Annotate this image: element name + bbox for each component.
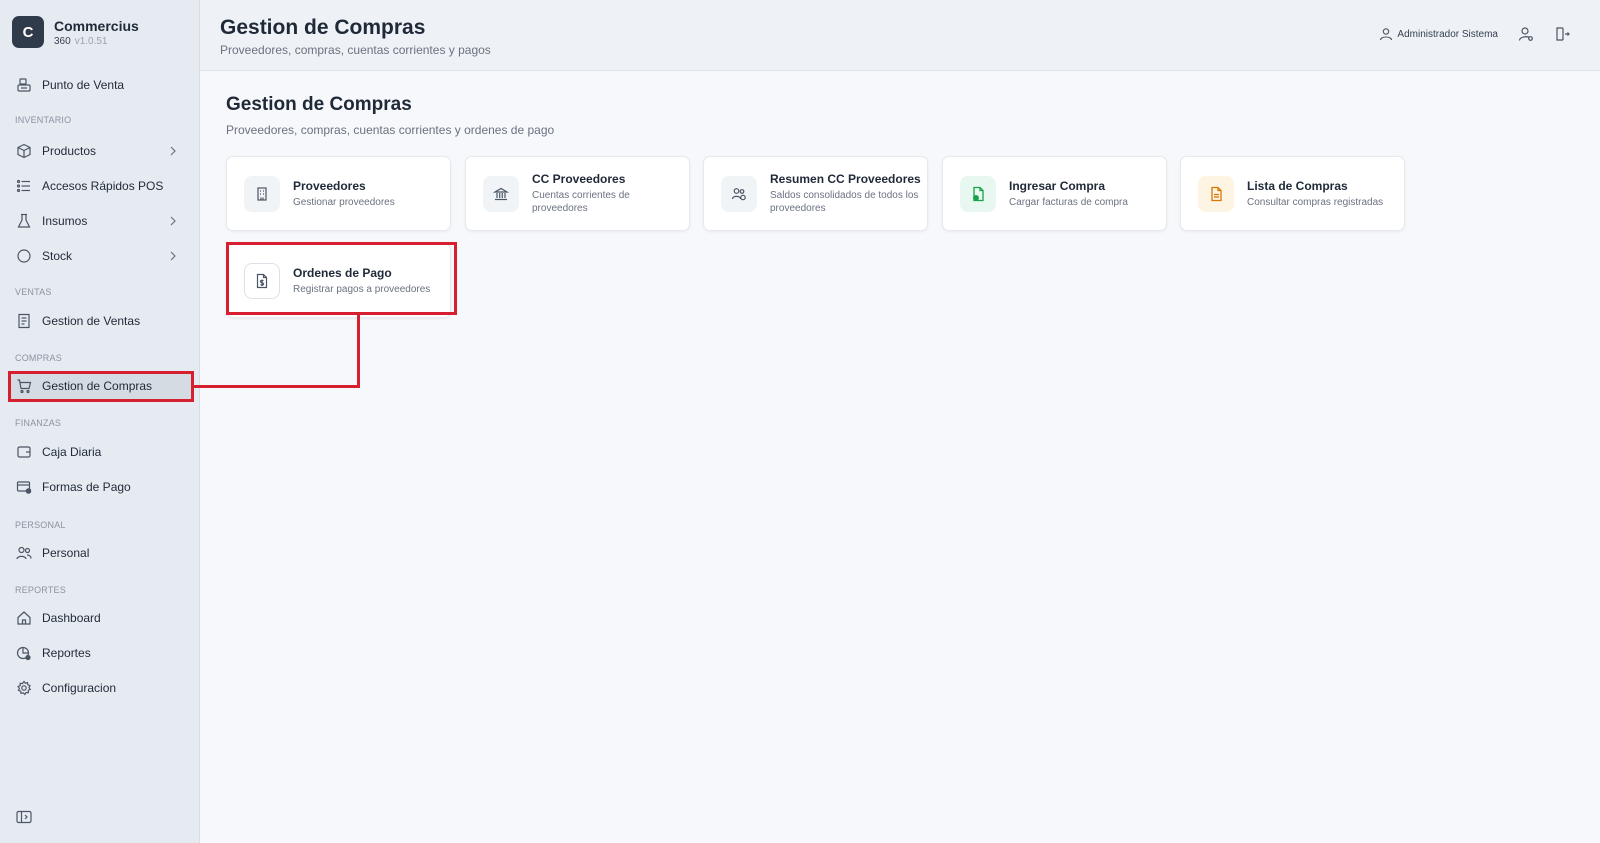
card-proveedores[interactable]: Proveedores Gestionar proveedores [226, 156, 451, 231]
sidebar-item-formas-de-pago[interactable]: Formas de Pago [8, 472, 192, 502]
sidebar-item-label: Gestion de Compras [42, 379, 153, 393]
card-payment-icon [16, 479, 32, 495]
sidebar-item-gestion-de-compras[interactable]: Gestion de Compras [8, 371, 192, 401]
sidebar-item-label: Caja Diaria [42, 445, 102, 459]
card-description: Cuentas corrientes de proveedores [532, 190, 630, 214]
sidebar-item-accesos-rapidos-pos[interactable]: Accesos Rápidos POS [8, 171, 192, 201]
section-label-reportes: REPORTES [15, 585, 66, 595]
section-label-ventas: VENTAS [15, 287, 52, 297]
user-settings-icon[interactable] [1518, 26, 1534, 42]
sidebar-item-label: Accesos Rápidos POS [42, 179, 164, 193]
bank-icon [483, 175, 519, 212]
report-icon [16, 645, 32, 661]
building-icon [244, 175, 280, 212]
sidebar-item-label: Insumos [42, 214, 88, 228]
sidebar-item-reportes[interactable]: Reportes [8, 638, 192, 668]
sidebar-item-caja-diaria[interactable]: Caja Diaria [8, 437, 192, 467]
brand-logo: C [12, 16, 44, 48]
sidebar-item-productos[interactable]: Productos [8, 136, 192, 166]
home-icon [16, 610, 32, 626]
users-icon [16, 545, 32, 561]
sidebar-item-personal[interactable]: Personal [8, 538, 192, 568]
pos-register-icon [16, 77, 32, 93]
brand-version: v1.0.51 [74, 35, 108, 47]
connector-horizontal [194, 385, 360, 388]
sidebar-item-insumos[interactable]: Insumos [8, 206, 192, 236]
wallet-icon [16, 444, 32, 460]
chevron-right-icon [170, 146, 176, 156]
card-title: Ordenes de Pago [293, 265, 392, 280]
sidebar-item-label: Personal [42, 546, 90, 560]
user-name: Administrador Sistema [1397, 28, 1498, 40]
sidebar-item-label: Dashboard [42, 611, 101, 625]
file-list-icon [1198, 175, 1234, 212]
section-label-inventario: INVENTARIO [15, 115, 72, 125]
sidebar-item-label: Gestion de Ventas [42, 314, 141, 328]
top-header: Gestion de Compras Proveedores, compras,… [200, 0, 1600, 71]
sidebar-item-stock[interactable]: Stock [8, 241, 192, 271]
sidebar-item-configuracion[interactable]: Configuracion [8, 673, 192, 703]
sidebar-item-gestion-de-ventas[interactable]: Gestion de Ventas [8, 306, 192, 336]
card-description: Gestionar proveedores [293, 196, 395, 208]
header-subtitle: Proveedores, compras, cuentas corrientes… [220, 43, 491, 57]
section-label-personal: PERSONAL [15, 520, 66, 530]
card-description: Saldos consolidados de todos los proveed… [770, 190, 919, 214]
sidebar-item-label: Productos [42, 144, 97, 158]
card-description: Cargar facturas de compra [1009, 196, 1128, 208]
header-title: Gestion de Compras [220, 16, 426, 39]
card-title: Resumen CC Proveedores [770, 172, 921, 186]
user-icon [1380, 28, 1393, 41]
card-title: Ingresar Compra [1009, 178, 1106, 193]
sidebar-item-label: Punto de Venta [42, 78, 125, 92]
sidebar-item-punto-de-venta[interactable]: Punto de Venta [8, 70, 192, 100]
sidebar-item-label: Stock [42, 249, 73, 263]
page-subtitle: Proveedores, compras, cuentas corrientes… [226, 123, 555, 137]
card-title: Lista de Compras [1247, 178, 1348, 193]
gear-icon [16, 680, 32, 696]
section-label-compras: COMPRAS [15, 353, 62, 363]
logout-icon[interactable] [1554, 26, 1570, 42]
card-lista-de-compras[interactable]: Lista de Compras Consultar compras regis… [1180, 156, 1405, 231]
sidebar-collapse-icon[interactable] [16, 810, 32, 824]
sidebar-item-label: Formas de Pago [42, 480, 131, 494]
brand-edition: 360 [54, 35, 71, 47]
list-icon [16, 178, 32, 194]
sidebar: C Commercius 360 v1.0.51 Punto de Venta I… [0, 0, 200, 843]
sidebar-item-label: Reportes [42, 646, 91, 660]
page-title: Gestion de Compras [226, 94, 412, 115]
card-ingresar-compra[interactable]: Ingresar Compra Cargar facturas de compr… [942, 156, 1167, 231]
user-menu[interactable]: Administrador Sistema [1379, 27, 1498, 41]
chevron-right-icon [170, 216, 176, 226]
card-title: Proveedores [293, 178, 366, 193]
brand-version-line: 360 v1.0.51 [54, 36, 139, 47]
users-summary-icon [721, 175, 757, 212]
payment-order-icon [244, 262, 280, 299]
sidebar-item-dashboard[interactable]: Dashboard [8, 603, 192, 633]
flask-icon [16, 213, 32, 229]
card-description: Consultar compras registradas [1247, 196, 1384, 208]
cart-icon [16, 378, 32, 394]
card-resumen-cc-proveedores[interactable]: Resumen CC Proveedores Saldos consolidad… [703, 156, 928, 231]
receipt-icon [16, 313, 32, 329]
card-description: Registrar pagos a proveedores [293, 283, 431, 295]
brand[interactable]: C Commercius 360 v1.0.51 [12, 16, 139, 48]
connector-vertical [357, 315, 360, 388]
card-title: CC Proveedores [532, 172, 626, 186]
card-ordenes-de-pago[interactable]: Ordenes de Pago Registrar pagos a provee… [226, 243, 451, 318]
file-add-icon [960, 175, 996, 212]
chevron-right-icon [170, 251, 176, 261]
sidebar-item-label: Configuracion [42, 681, 117, 695]
circle-icon [16, 248, 32, 264]
box-icon [16, 143, 32, 159]
section-label-finanzas: FINANZAS [15, 418, 62, 428]
card-cc-proveedores[interactable]: CC Proveedores Cuentas corrientes de pro… [465, 156, 690, 231]
brand-name: Commercius [54, 17, 139, 34]
